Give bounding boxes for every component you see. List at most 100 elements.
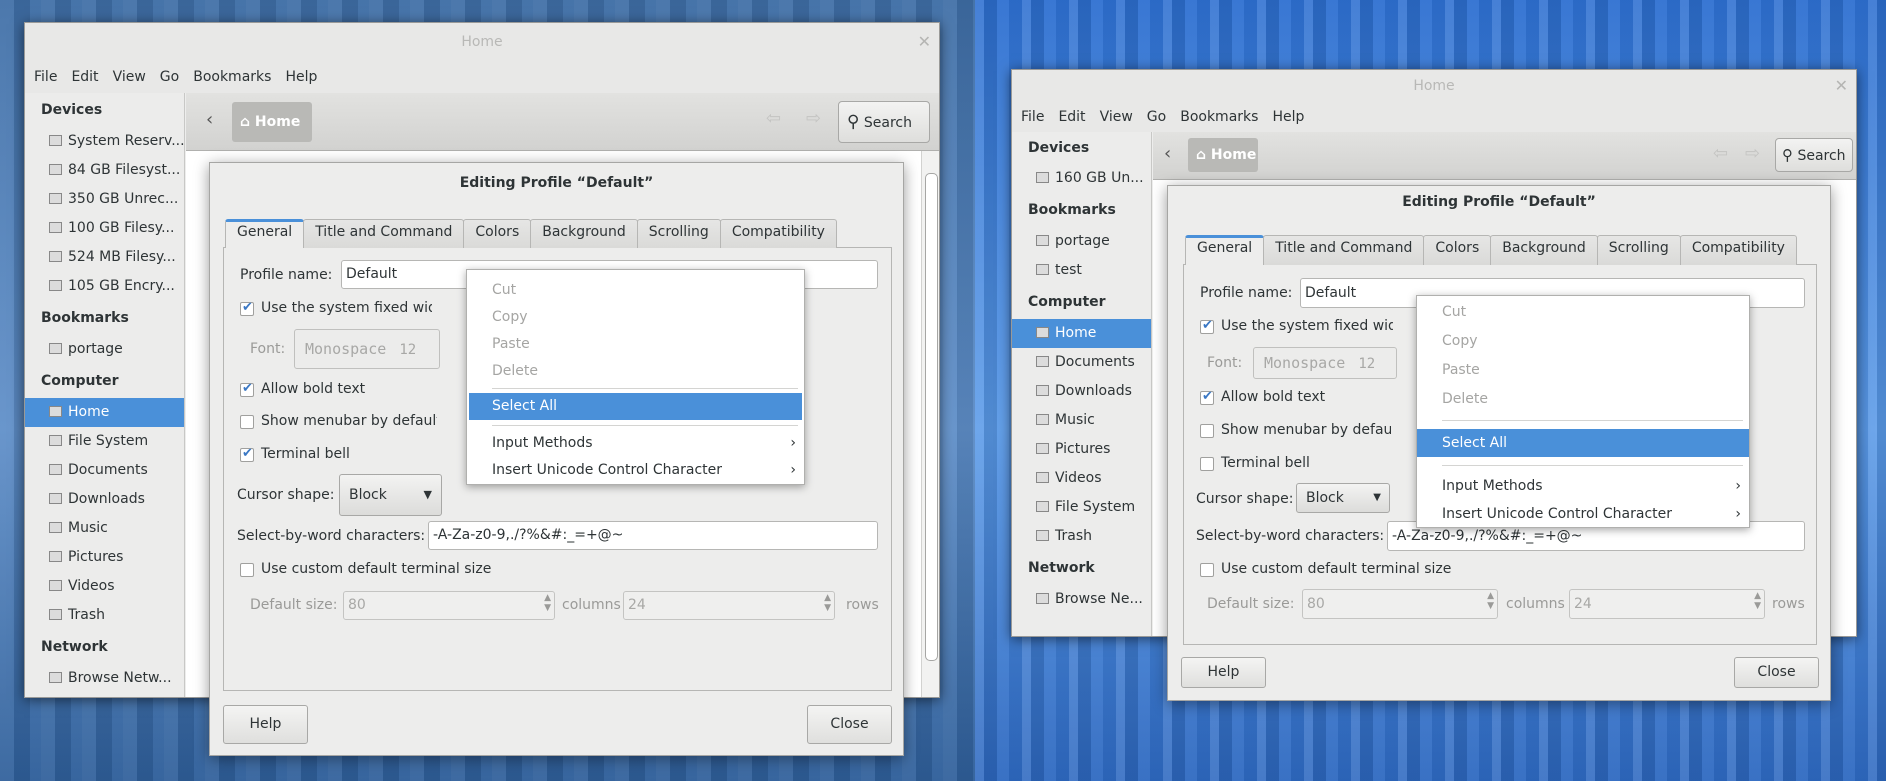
- close-button[interactable]: Close: [1734, 657, 1819, 688]
- sidebar-item-downloads[interactable]: Downloads: [1012, 377, 1151, 406]
- use-system-font-checkbox[interactable]: [1200, 318, 1214, 334]
- sidebar-item-device[interactable]: 105 GB Encry...: [25, 272, 184, 301]
- menu-item-cut[interactable]: Cut: [1417, 299, 1749, 326]
- sidebar-item-device[interactable]: 160 GB Un...: [1012, 164, 1151, 193]
- menu-item-input-methods[interactable]: Input Methods ›: [467, 430, 804, 456]
- cursor-shape-combo[interactable]: Block ▼: [1296, 483, 1390, 513]
- sidebar-item-device[interactable]: System Reserv...: [25, 127, 184, 156]
- menu-go[interactable]: Go: [1140, 102, 1173, 132]
- tab-scrolling[interactable]: Scrolling: [636, 219, 721, 248]
- sidebar-item-device[interactable]: 84 GB Filesyst...: [25, 156, 184, 185]
- sidebar-item-browse-network[interactable]: Browse Ne...: [1012, 585, 1151, 614]
- menu-view[interactable]: View: [106, 61, 153, 93]
- tab-general[interactable]: General: [225, 219, 305, 248]
- custom-size-checkbox[interactable]: [240, 563, 254, 577]
- allow-bold-checkbox[interactable]: [1200, 389, 1214, 405]
- menu-bookmarks[interactable]: Bookmarks: [186, 61, 278, 93]
- menu-item-select-all[interactable]: Select All: [469, 393, 802, 420]
- path-button-home[interactable]: ⌂ Home: [232, 102, 312, 142]
- sidebar-item-documents[interactable]: Documents: [1012, 348, 1151, 377]
- sidebar-item-file-system[interactable]: File System: [25, 427, 184, 456]
- use-system-font-checkbox[interactable]: [240, 300, 254, 316]
- tab-background[interactable]: Background: [1490, 235, 1598, 265]
- sidebar-item-music[interactable]: Music: [1012, 406, 1151, 435]
- help-button[interactable]: Help: [223, 705, 308, 744]
- sidebar-item-pictures[interactable]: Pictures: [1012, 435, 1151, 464]
- sidebar-item-portage[interactable]: portage: [1012, 227, 1151, 256]
- prev-icon[interactable]: ⇦: [1713, 143, 1728, 164]
- menu-item-paste[interactable]: Paste: [1417, 357, 1749, 384]
- menu-item-delete[interactable]: Delete: [467, 358, 804, 384]
- tab-colors[interactable]: Colors: [1423, 235, 1492, 265]
- prev-icon[interactable]: ⇦: [766, 108, 781, 129]
- sidebar-item-downloads[interactable]: Downloads: [25, 485, 184, 514]
- menu-bookmarks[interactable]: Bookmarks: [1173, 102, 1265, 132]
- sidebar-item-device[interactable]: 350 GB Unrec...: [25, 185, 184, 214]
- sidebar-item-device[interactable]: 524 MB Filesy...: [25, 243, 184, 272]
- sidebar-item-pictures[interactable]: Pictures: [25, 543, 184, 572]
- sidebar-item-device[interactable]: 100 GB Filesy...: [25, 214, 184, 243]
- menu-item-copy[interactable]: Copy: [467, 304, 804, 330]
- menu-help[interactable]: Help: [1265, 102, 1311, 132]
- sidebar-item-file-system[interactable]: File System: [1012, 493, 1151, 522]
- sidebar-item-home[interactable]: Home: [1012, 319, 1151, 348]
- sidebar-item-home[interactable]: Home: [25, 398, 184, 427]
- menu-item-input-methods[interactable]: Input Methods ›: [1417, 473, 1749, 500]
- trash-icon: [1036, 530, 1049, 541]
- tab-scrolling[interactable]: Scrolling: [1596, 235, 1681, 265]
- help-button[interactable]: Help: [1181, 657, 1266, 688]
- menu-edit[interactable]: Edit: [64, 61, 105, 93]
- menu-view[interactable]: View: [1093, 102, 1140, 132]
- path-button-home[interactable]: ⌂ Home: [1188, 138, 1258, 172]
- tab-background[interactable]: Background: [530, 219, 638, 248]
- scrollbar[interactable]: [921, 151, 939, 697]
- sidebar-item-browse-network[interactable]: Browse Netw...: [25, 664, 184, 693]
- menu-item-cut[interactable]: Cut: [467, 277, 804, 303]
- custom-size-checkbox[interactable]: [1200, 563, 1214, 577]
- menu-item-paste[interactable]: Paste: [467, 331, 804, 357]
- sidebar-item-portage[interactable]: portage: [25, 335, 184, 364]
- menu-item-insert-unicode[interactable]: Insert Unicode Control Character ›: [467, 457, 804, 483]
- tab-compatibility[interactable]: Compatibility: [1679, 235, 1797, 265]
- cursor-shape-combo[interactable]: Block ▼: [339, 474, 442, 516]
- search-button[interactable]: ⚲ Search: [838, 101, 930, 143]
- back-icon[interactable]: ‹: [1164, 143, 1171, 164]
- allow-bold-checkbox[interactable]: [240, 381, 254, 397]
- sidebar-item-test[interactable]: test: [1012, 256, 1151, 285]
- window-titlebar[interactable]: Home ✕: [1012, 70, 1856, 102]
- back-icon[interactable]: ‹: [206, 109, 213, 130]
- tab-general[interactable]: General: [1185, 235, 1265, 265]
- terminal-bell-checkbox[interactable]: [240, 446, 254, 462]
- menu-edit[interactable]: Edit: [1051, 102, 1092, 132]
- menu-file[interactable]: File: [27, 61, 64, 93]
- sidebar-item-videos[interactable]: Videos: [1012, 464, 1151, 493]
- close-button[interactable]: Close: [807, 705, 892, 744]
- sidebar-item-videos[interactable]: Videos: [25, 572, 184, 601]
- terminal-bell-checkbox[interactable]: [1200, 457, 1214, 471]
- scrollbar-thumb[interactable]: [925, 173, 938, 661]
- menu-help[interactable]: Help: [278, 61, 324, 93]
- menu-item-insert-unicode[interactable]: Insert Unicode Control Character ›: [1417, 501, 1749, 528]
- window-titlebar[interactable]: Home ✕: [25, 23, 939, 61]
- close-icon[interactable]: ✕: [1835, 70, 1848, 102]
- sidebar-item-documents[interactable]: Documents: [25, 456, 184, 485]
- sidebar-item-trash[interactable]: Trash: [1012, 522, 1151, 551]
- menu-file[interactable]: File: [1014, 102, 1051, 132]
- tab-title-and-command[interactable]: Title and Command: [303, 219, 465, 248]
- show-menubar-checkbox[interactable]: [1200, 424, 1214, 438]
- tab-colors[interactable]: Colors: [463, 219, 532, 248]
- menu-item-delete[interactable]: Delete: [1417, 386, 1749, 413]
- close-icon[interactable]: ✕: [918, 23, 931, 61]
- sidebar-item-trash[interactable]: Trash: [25, 601, 184, 630]
- next-icon[interactable]: ⇨: [1745, 143, 1760, 164]
- menu-item-copy[interactable]: Copy: [1417, 328, 1749, 355]
- next-icon[interactable]: ⇨: [806, 108, 821, 129]
- search-button[interactable]: ⚲ Search: [1775, 138, 1853, 172]
- tab-compatibility[interactable]: Compatibility: [719, 219, 837, 248]
- show-menubar-checkbox[interactable]: [240, 415, 254, 429]
- menu-go[interactable]: Go: [153, 61, 186, 93]
- select-by-word-input[interactable]: -A-Za-z0-9,./?%&#:_=+@~: [428, 521, 878, 550]
- tab-title-and-command[interactable]: Title and Command: [1263, 235, 1425, 265]
- sidebar-item-music[interactable]: Music: [25, 514, 184, 543]
- menu-item-select-all[interactable]: Select All: [1417, 429, 1749, 457]
